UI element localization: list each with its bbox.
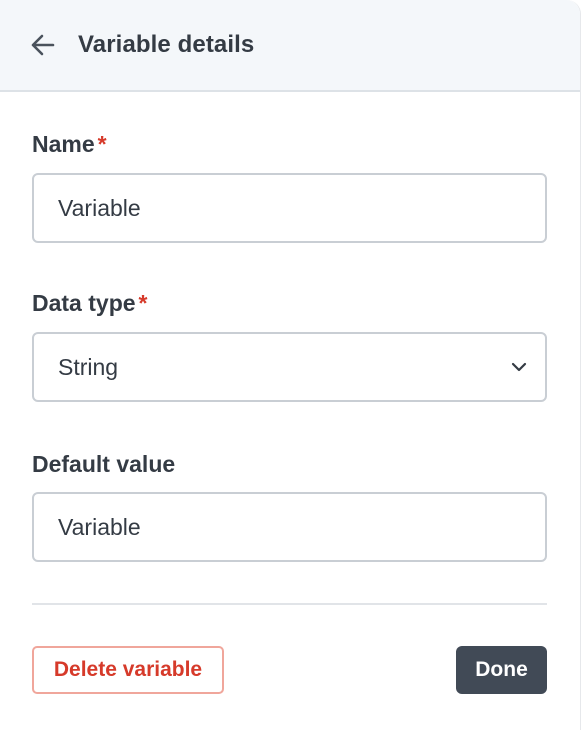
required-mark: * [97,131,107,157]
footer-divider [32,603,547,605]
done-button[interactable]: Done [456,646,547,694]
delete-variable-button[interactable]: Delete variable [32,646,224,694]
name-label: Name * [32,131,107,158]
data-type-select[interactable]: String [32,332,547,402]
arrow-left-icon [31,34,55,56]
name-label-text: Name [32,131,95,157]
page-title: Variable details [78,31,255,58]
data-type-label-text: Data type [32,290,136,316]
default-value-input[interactable] [32,492,547,562]
data-type-label: Data type * [32,290,148,317]
data-type-selected-value: String [58,353,119,380]
back-button[interactable] [30,32,56,58]
chevron-down-icon [511,362,527,372]
default-value-label-text: Default value [32,451,176,477]
required-mark: * [138,290,148,316]
variable-details-panel: Variable details Name* Data type* String… [0,0,581,730]
default-value-label: Default value [32,451,175,478]
panel-header: Variable details [0,0,580,92]
name-input[interactable] [32,173,547,243]
